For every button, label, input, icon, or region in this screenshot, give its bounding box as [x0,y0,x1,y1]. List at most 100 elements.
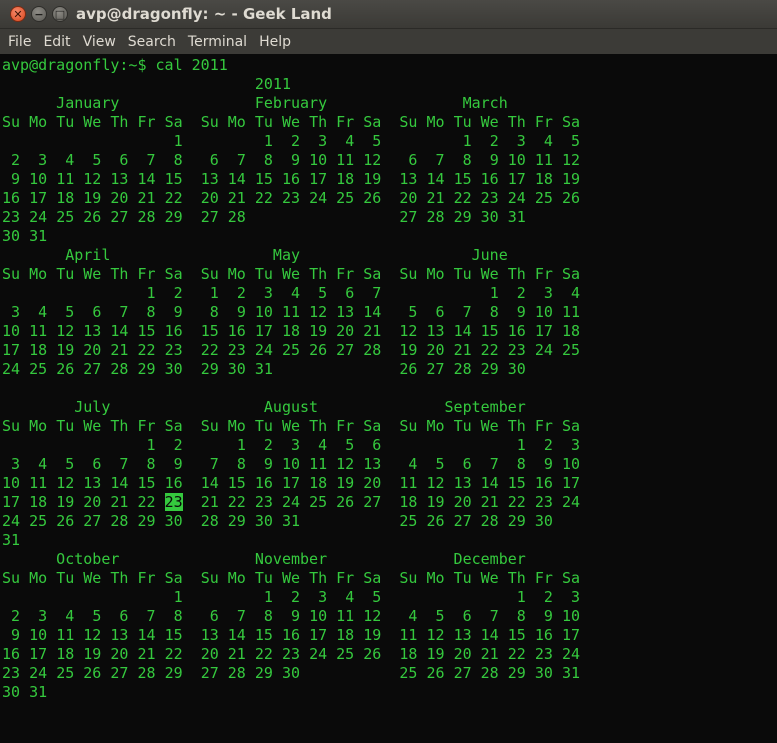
day-cell: 10 [29,170,48,188]
day-cell: 12 [363,607,382,625]
day-cell: 9 [173,303,183,321]
day-cell: 24 [507,189,526,207]
day-cell: 3 [38,151,48,169]
day-cell: 1 [516,588,526,606]
menu-view[interactable]: View [77,34,122,50]
weekday-header: Su [2,113,21,131]
day-cell: 4 [543,132,553,150]
weekday-header: Mo [29,569,48,587]
day-cell: 24 [254,341,273,359]
day-cell: 6 [462,455,472,473]
day-cell: 27 [453,664,472,682]
weekday-header: Tu [453,265,472,283]
day-cell: 20 [453,493,472,511]
day-cell: 3 [11,455,21,473]
day-cell: 11 [399,474,418,492]
weekday-header: Fr [534,265,553,283]
day-cell: 17 [507,170,526,188]
day-cell: 15 [453,170,472,188]
day-cell: 23 [480,189,499,207]
day-cell: 8 [236,455,246,473]
day-cell: 21 [426,189,445,207]
weekday-header: We [83,113,102,131]
day-cell: 8 [516,455,526,473]
day-cell: 21 [453,341,472,359]
day-cell: 21 [480,645,499,663]
day-cell: 12 [56,474,75,492]
day-cell: 22 [480,341,499,359]
terminal-screen[interactable]: avp@dragonfly:~$ cal 2011 2011 January F… [0,54,777,743]
close-icon[interactable]: ✕ [10,6,26,22]
minimize-icon[interactable]: − [31,6,47,22]
day-cell: 4 [408,607,418,625]
day-cell: 19 [56,493,75,511]
day-cell: 3 [570,436,580,454]
day-cell: 4 [65,607,75,625]
day-cell: 17 [2,493,21,511]
weekday-header: Fr [137,569,156,587]
day-cell: 23 [281,189,301,207]
day-cell: 4 [291,284,301,302]
day-cell: 21 [200,493,219,511]
weekday-header: Sa [164,265,183,283]
weekday-header: Tu [56,265,75,283]
day-cell: 7 [435,151,445,169]
day-cell: 9 [11,170,21,188]
day-cell: 7 [372,284,382,302]
day-cell: 24 [2,512,21,530]
day-cell: 26 [83,664,102,682]
weekday-header: Mo [227,417,246,435]
day-cell: 11 [56,626,75,644]
menu-search[interactable]: Search [122,34,182,50]
day-cell: 2 [11,607,21,625]
day-cell: 14 [110,322,129,340]
weekday-header: Mo [426,265,445,283]
day-cell: 16 [2,645,21,663]
day-cell: 22 [200,341,219,359]
day-cell: 2 [173,436,183,454]
day-cell: 22 [254,645,273,663]
weekday-header: Sa [363,113,382,131]
day-cell: 15 [507,626,526,644]
day-cell: 10 [561,607,580,625]
day-cell: 3 [263,284,273,302]
day-cell: 3 [543,284,553,302]
day-cell: 14 [453,322,472,340]
weekday-header: We [281,265,301,283]
menu-help[interactable]: Help [253,34,297,50]
day-cell: 1 [146,284,156,302]
day-cell: 8 [146,455,156,473]
day-cell: 18 [281,322,301,340]
day-cell: 10 [29,626,48,644]
terminal-output: avp@dragonfly:~$ cal 2011 2011 January F… [0,54,777,702]
menu-terminal[interactable]: Terminal [182,34,253,50]
day-cell: 8 [489,303,499,321]
day-cell: 13 [453,474,472,492]
day-cell: 19 [336,474,355,492]
menu-edit[interactable]: Edit [37,34,76,50]
day-cell: 30 [164,512,183,530]
day-cell: 16 [254,474,273,492]
day-cell: 23 [281,645,301,663]
day-cell: 25 [399,664,418,682]
day-cell: 13 [399,170,418,188]
day-cell: 6 [372,436,382,454]
day-cell: 1 [173,132,183,150]
day-cell: 26 [426,512,445,530]
weekday-header: Su [399,113,418,131]
weekday-header: Mo [426,569,445,587]
day-cell: 8 [263,607,273,625]
weekday-header: We [83,265,102,283]
day-cell: 21 [480,493,499,511]
day-cell: 30 [534,512,553,530]
day-cell: 20 [200,645,219,663]
day-cell: 16 [281,626,301,644]
day-cell: 17 [281,474,301,492]
day-cell: 16 [534,626,553,644]
day-cell: 21 [227,189,246,207]
day-cell: 31 [29,227,48,245]
menu-file[interactable]: File [2,34,37,50]
maximize-icon[interactable]: □ [52,6,68,22]
weekday-header: Tu [56,113,75,131]
day-cell: 18 [399,493,418,511]
